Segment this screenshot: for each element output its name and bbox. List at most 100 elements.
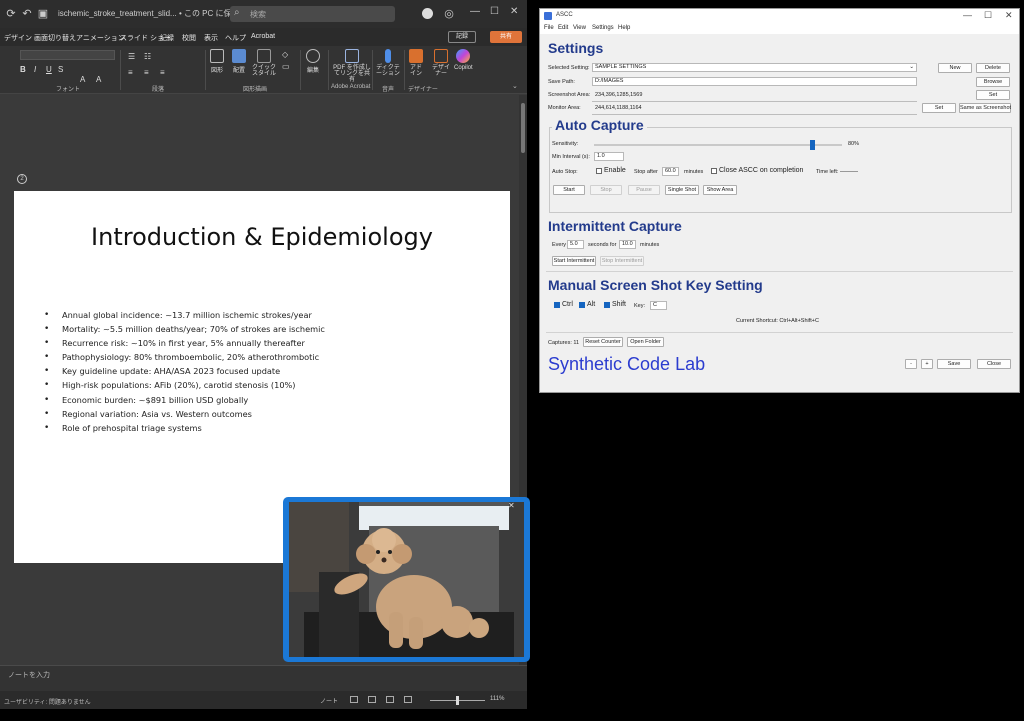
align-right-icon[interactable]: ≡ [160, 68, 165, 77]
zoom-level[interactable]: 111% [490, 696, 504, 702]
close-icon[interactable]: ✕ [510, 6, 518, 17]
italic-icon[interactable]: I [34, 65, 36, 74]
same-as-screenshot-button[interactable]: Same as Screenshot [959, 103, 1011, 113]
font-name-box[interactable] [20, 50, 115, 60]
quick-access-icon[interactable]: ▣ [36, 7, 50, 21]
single-shot-button[interactable]: Single Shot [665, 185, 699, 195]
close-button[interactable]: Close [977, 359, 1011, 369]
set-screenshot-area-button[interactable]: Set [976, 90, 1010, 100]
start-intermittent-button[interactable]: Start Intermittent [552, 256, 596, 266]
add-in-button[interactable]: アド イン [408, 49, 424, 77]
increase-button[interactable]: + [921, 359, 933, 369]
shape-fill-icon[interactable]: ◇ [282, 50, 288, 59]
for-field[interactable]: 10.0 [619, 240, 636, 249]
zoom-slider-knob[interactable] [456, 696, 459, 705]
tab-review[interactable]: 校閲 [182, 33, 196, 43]
minimize-icon[interactable]: — [963, 10, 972, 20]
minimize-icon[interactable]: — [470, 6, 480, 17]
tab-record[interactable]: 記録 [160, 33, 174, 43]
tab-help[interactable]: ヘルプ [225, 33, 246, 43]
selected-setting-dropdown[interactable]: SAMPLE SETTINGS ⌄ [592, 63, 917, 72]
key-field[interactable]: C [650, 301, 667, 310]
accessibility-status[interactable]: ユーザビリティ: 問題ありません [4, 697, 91, 706]
search-box[interactable]: ⌕ 検索 [230, 6, 395, 22]
slide-sorter-icon[interactable] [368, 696, 376, 703]
menu-view[interactable]: View [573, 25, 586, 31]
tab-design[interactable]: デザイン [4, 33, 32, 43]
tab-animations[interactable]: アニメーション [76, 33, 125, 43]
bullet-item[interactable]: Annual global incidence: ~13.7 million i… [44, 308, 325, 322]
show-area-button[interactable]: Show Area [703, 185, 737, 195]
bold-icon[interactable]: B [20, 65, 26, 74]
scrollbar-thumb[interactable] [521, 103, 525, 153]
arrange-button[interactable]: 配置 [232, 49, 246, 74]
font-color-icon[interactable]: A [80, 75, 85, 84]
autosave-icon[interactable]: ⟳ [4, 7, 18, 21]
start-button[interactable]: Start [553, 185, 585, 195]
create-pdf-button[interactable]: PDF を作成し てリンクを共有 [332, 49, 372, 83]
maximize-icon[interactable]: ☐ [984, 10, 992, 21]
pause-button[interactable]: Pause [628, 185, 660, 195]
save-button[interactable]: Save [937, 359, 971, 369]
stop-button[interactable]: Stop [590, 185, 622, 195]
bullets-icon[interactable]: ☰ [128, 52, 135, 61]
bullet-item[interactable]: Mortality: ~5.5 million deaths/year; 70%… [44, 322, 325, 336]
highlight-icon[interactable]: A [96, 75, 101, 84]
new-button[interactable]: New [938, 63, 972, 73]
bullet-item[interactable]: Pathophysiology: 80% thromboembolic, 20%… [44, 350, 325, 364]
browse-button[interactable]: Browse [976, 77, 1010, 87]
slide-bullet-list[interactable]: Annual global incidence: ~13.7 million i… [44, 308, 325, 435]
record-button[interactable]: 記録 [448, 31, 476, 43]
editing-button[interactable]: 編集 [306, 49, 320, 74]
ctrl-checkbox[interactable] [554, 302, 560, 308]
align-left-icon[interactable]: ≡ [128, 68, 133, 77]
camera-overlay[interactable]: ✕ [283, 497, 530, 662]
shift-checkbox[interactable] [604, 302, 610, 308]
close-icon[interactable]: ✕ [1005, 10, 1013, 21]
bullet-item[interactable]: Economic burden: ~$891 billion USD globa… [44, 393, 325, 407]
min-interval-field[interactable]: 1.0 [594, 152, 624, 161]
bullet-item[interactable]: Key guideline update: AHA/ASA 2023 focus… [44, 364, 325, 378]
tab-acrobat[interactable]: Acrobat [251, 33, 275, 40]
open-folder-button[interactable]: Open Folder [627, 337, 664, 347]
tab-transitions[interactable]: 画面切り替え [34, 33, 76, 43]
stop-intermittent-button[interactable]: Stop Intermittent [600, 256, 644, 266]
align-center-icon[interactable]: ≡ [144, 68, 149, 77]
sensitivity-slider-thumb[interactable] [810, 140, 816, 150]
normal-view-icon[interactable] [350, 696, 358, 703]
undo-icon[interactable]: ↶ [20, 7, 34, 21]
delete-button[interactable]: Delete [976, 63, 1010, 73]
strikethrough-icon[interactable]: S [58, 65, 63, 74]
numbering-icon[interactable]: ☷ [144, 52, 151, 61]
shapes-button[interactable]: 図形 [210, 49, 224, 74]
reading-view-icon[interactable] [386, 696, 394, 703]
avatar[interactable] [422, 8, 433, 19]
menu-edit[interactable]: Edit [558, 25, 568, 31]
bullet-item[interactable]: Recurrence risk: ~10% in first year, 5% … [44, 336, 325, 350]
quick-styles-button[interactable]: クイック スタイル [252, 49, 276, 77]
tab-view[interactable]: 表示 [204, 33, 218, 43]
dictate-button[interactable]: ディクテーション [374, 49, 402, 77]
copilot-button[interactable]: Copilot [454, 49, 473, 71]
maximize-icon[interactable]: ☐ [490, 6, 499, 17]
stop-after-field[interactable]: 60.0 [662, 167, 679, 176]
reset-counter-button[interactable]: Reset Counter [583, 337, 623, 347]
decrease-button[interactable]: - [905, 359, 917, 369]
slideshow-view-icon[interactable] [404, 696, 412, 703]
close-on-completion-checkbox[interactable] [711, 168, 717, 174]
sensitivity-slider[interactable] [594, 140, 842, 150]
save-path-field[interactable]: D:/IMAGES [592, 77, 917, 86]
set-monitor-area-button[interactable]: Set [922, 103, 956, 113]
bullet-item[interactable]: Role of prehospital triage systems [44, 421, 325, 435]
designer-button[interactable]: デザイナー [430, 49, 452, 77]
alt-checkbox[interactable] [579, 302, 585, 308]
shape-outline-icon[interactable]: ▭ [282, 62, 290, 71]
lightbulb-icon[interactable]: ◎ [442, 7, 456, 21]
share-button[interactable]: 共有 [490, 31, 522, 43]
auto-stop-enable-checkbox[interactable] [596, 168, 602, 174]
close-icon[interactable]: ✕ [508, 501, 515, 510]
bullet-item[interactable]: High-risk populations: AFib (20%), carot… [44, 378, 325, 392]
notes-button[interactable]: ノート [320, 696, 338, 705]
underline-icon[interactable]: U [46, 65, 52, 74]
every-field[interactable]: 5.0 [567, 240, 584, 249]
